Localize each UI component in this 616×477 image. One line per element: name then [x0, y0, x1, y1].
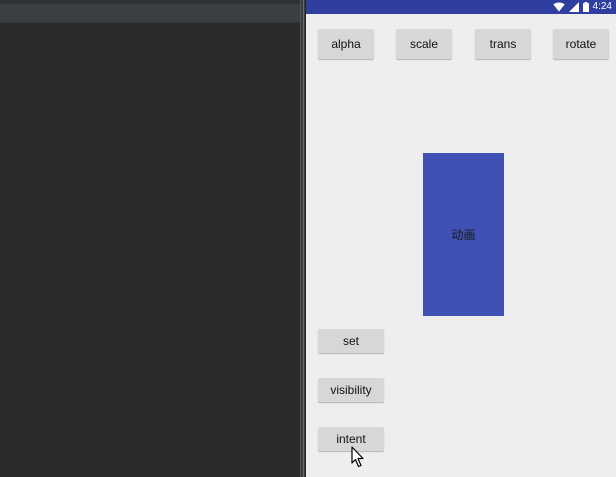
battery-icon: [582, 2, 589, 12]
status-time: 4:24: [592, 1, 612, 12]
alpha-button[interactable]: alpha: [318, 29, 374, 59]
animated-view: 动画: [423, 153, 504, 316]
mouse-cursor-icon: [351, 446, 364, 468]
ide-editor-pane: [0, 0, 300, 477]
signal-icon: [568, 2, 579, 12]
set-button[interactable]: set: [318, 329, 384, 353]
status-bar: 4:24: [306, 0, 616, 14]
wifi-icon: [552, 2, 565, 12]
scale-button[interactable]: scale: [396, 29, 452, 59]
ide-toolbar-strip: [0, 0, 300, 4]
status-icons: 4:24: [552, 0, 612, 14]
animated-view-label: 动画: [451, 228, 476, 242]
visibility-button[interactable]: visibility: [318, 378, 384, 402]
emulator-screen: 4:24 alpha scale trans rotate 动画 set vis…: [306, 0, 616, 477]
rotate-button[interactable]: rotate: [553, 29, 609, 59]
trans-button[interactable]: trans: [475, 29, 531, 59]
ide-toolbar: [0, 0, 300, 23]
